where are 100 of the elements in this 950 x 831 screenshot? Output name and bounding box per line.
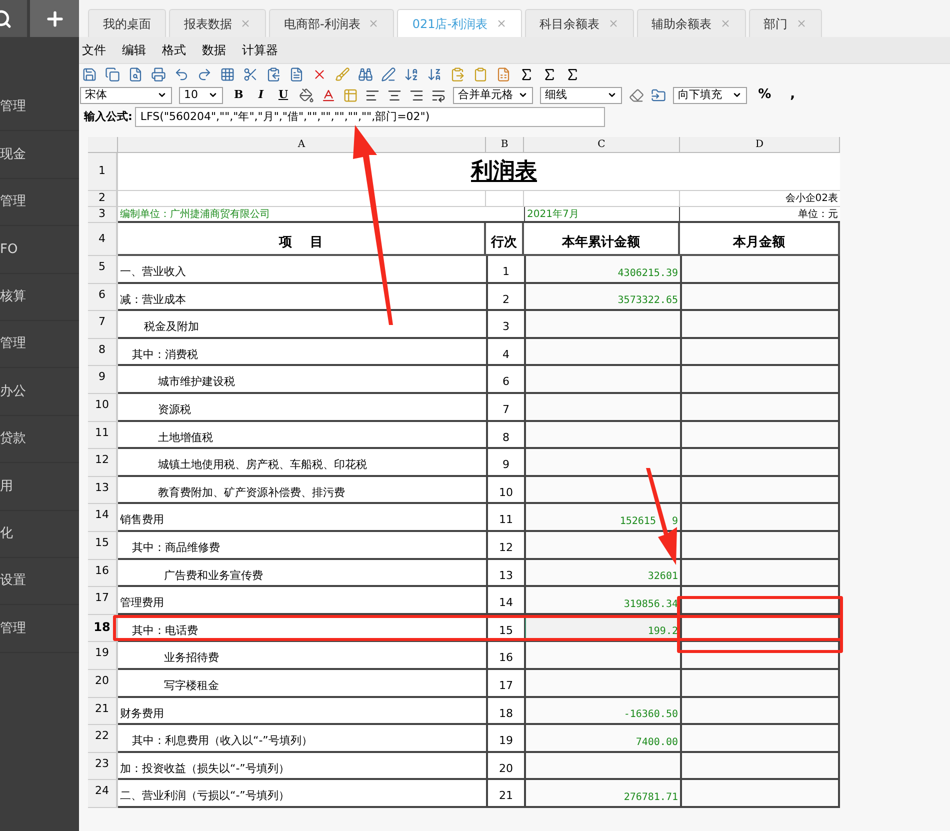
amount-cell[interactable]	[524, 670, 680, 698]
print-preview-icon[interactable]	[128, 67, 143, 82]
align-center-icon[interactable]	[387, 88, 402, 102]
save-icon[interactable]	[82, 67, 97, 82]
row-header[interactable]: 8	[88, 338, 118, 366]
amount-cell[interactable]: 32601	[524, 560, 680, 588]
eraser-icon[interactable]	[629, 88, 644, 102]
comma-button[interactable]: ,	[782, 85, 804, 105]
menu-item[interactable]: 计算器	[242, 41, 278, 59]
amount-cell[interactable]	[680, 725, 840, 753]
menu-item[interactable]: 格式	[162, 41, 186, 59]
align-left-icon[interactable]	[365, 88, 380, 102]
fill-color-icon[interactable]	[299, 88, 314, 102]
row-header[interactable]: 14	[88, 504, 118, 532]
row-header[interactable]: 12	[88, 449, 118, 477]
column-header[interactable]: D	[680, 137, 840, 153]
row-header[interactable]: 7	[88, 311, 118, 339]
sort-descending-icon[interactable]	[427, 67, 442, 82]
amount-cell[interactable]	[524, 338, 680, 366]
amount-cell[interactable]	[680, 311, 840, 339]
amount-cell[interactable]: 4306215.39	[524, 256, 680, 284]
amount-cell[interactable]	[524, 366, 680, 394]
fill-select[interactable]: 向下填充	[673, 86, 748, 104]
amount-cell[interactable]	[680, 504, 840, 532]
add-button[interactable]	[30, 0, 79, 37]
sidebar-item[interactable]: 管理	[0, 605, 79, 653]
amount-cell[interactable]: -16360.50	[524, 698, 680, 726]
row-header[interactable]: 16	[88, 560, 118, 588]
menu-item[interactable]: 编辑	[122, 41, 146, 59]
menu-item[interactable]: 文件	[82, 41, 106, 59]
save-as-icon[interactable]	[105, 67, 120, 82]
find-icon[interactable]	[358, 67, 373, 82]
font-select[interactable]: 宋体	[80, 86, 172, 104]
row-header[interactable]: 21	[88, 698, 118, 726]
import-icon[interactable]	[651, 88, 666, 102]
tab[interactable]: 部门	[748, 9, 822, 37]
amount-cell[interactable]	[680, 752, 840, 780]
sidebar-item[interactable]: 办公	[0, 368, 79, 416]
row-header[interactable]: 15	[88, 532, 118, 560]
column-header[interactable]: C	[524, 137, 680, 153]
row-header[interactable]: 1	[88, 153, 118, 191]
sidebar-item[interactable]: 管理	[0, 84, 79, 132]
row-header[interactable]: 3	[88, 207, 118, 223]
row-header[interactable]: 19	[88, 642, 118, 670]
edit-icon[interactable]	[381, 67, 396, 82]
amount-cell[interactable]	[680, 449, 840, 477]
amount-cell[interactable]: 3573322.65	[524, 284, 680, 312]
formula-field[interactable]: LFS("560204","","年","月","借","","","","","",部门=02")	[135, 107, 606, 127]
sidebar-item[interactable]: 用	[0, 463, 79, 511]
tab[interactable]: 电商部-利润表	[269, 9, 394, 37]
row-header[interactable]: 5	[88, 256, 118, 284]
search-button[interactable]	[0, 0, 27, 37]
undo-icon[interactable]	[174, 67, 189, 82]
font-color-icon[interactable]	[321, 88, 336, 102]
column-header[interactable]: A	[118, 137, 486, 153]
amount-cell[interactable]	[680, 422, 840, 450]
row-header[interactable]: 10	[88, 394, 118, 422]
amount-cell[interactable]: 319856.34	[524, 587, 680, 615]
align-right-icon[interactable]	[409, 88, 424, 102]
amount-cell[interactable]	[524, 752, 680, 780]
sidebar-item[interactable]: 现金	[0, 131, 79, 179]
percent-button[interactable]: %	[754, 85, 776, 105]
sidebar-item[interactable]: 管理	[0, 320, 79, 368]
sum-row-icon[interactable]	[542, 67, 557, 82]
amount-cell[interactable]	[680, 394, 840, 422]
amount-cell[interactable]	[524, 422, 680, 450]
row-header[interactable]: 6	[88, 284, 118, 312]
copy-icon[interactable]	[266, 67, 281, 82]
column-header[interactable]: B	[486, 137, 524, 153]
amount-cell[interactable]: 152615 9	[524, 504, 680, 532]
amount-cell[interactable]	[524, 476, 680, 504]
tab[interactable]: 报表数据	[169, 9, 266, 37]
wrap-text-icon[interactable]	[431, 88, 446, 102]
amount-cell[interactable]	[680, 698, 840, 726]
row-header[interactable]: 2	[88, 191, 118, 207]
bold-button[interactable]: B	[230, 86, 248, 104]
tab[interactable]: 辅助余额表	[636, 9, 746, 37]
amount-cell[interactable]	[680, 780, 840, 808]
row-header[interactable]: 24	[88, 780, 118, 808]
tab[interactable]: 我的桌面	[88, 9, 166, 37]
amount-cell[interactable]	[524, 642, 680, 670]
line-style-select[interactable]: 细线	[540, 86, 622, 104]
document-icon[interactable]	[289, 67, 304, 82]
row-header[interactable]: 20	[88, 670, 118, 698]
sidebar-item[interactable]: FO	[0, 226, 79, 274]
row-header[interactable]: 9	[88, 366, 118, 394]
italic-button[interactable]: I	[254, 86, 268, 104]
row-header[interactable]: 13	[88, 476, 118, 504]
merge-select[interactable]: 合并单元格	[453, 86, 534, 104]
sidebar-item[interactable]: 核算	[0, 274, 79, 321]
amount-cell[interactable]	[680, 476, 840, 504]
amount-cell[interactable]	[680, 366, 840, 394]
menu-item[interactable]: 数据	[202, 41, 226, 59]
cut-icon[interactable]	[243, 67, 258, 82]
row-header[interactable]: 17	[88, 587, 118, 615]
amount-cell[interactable]	[524, 311, 680, 339]
grid-icon[interactable]	[220, 67, 235, 82]
amount-cell[interactable]: 7400.00	[524, 725, 680, 753]
amount-cell[interactable]	[680, 284, 840, 312]
font-size-select[interactable]: 10	[179, 86, 223, 104]
